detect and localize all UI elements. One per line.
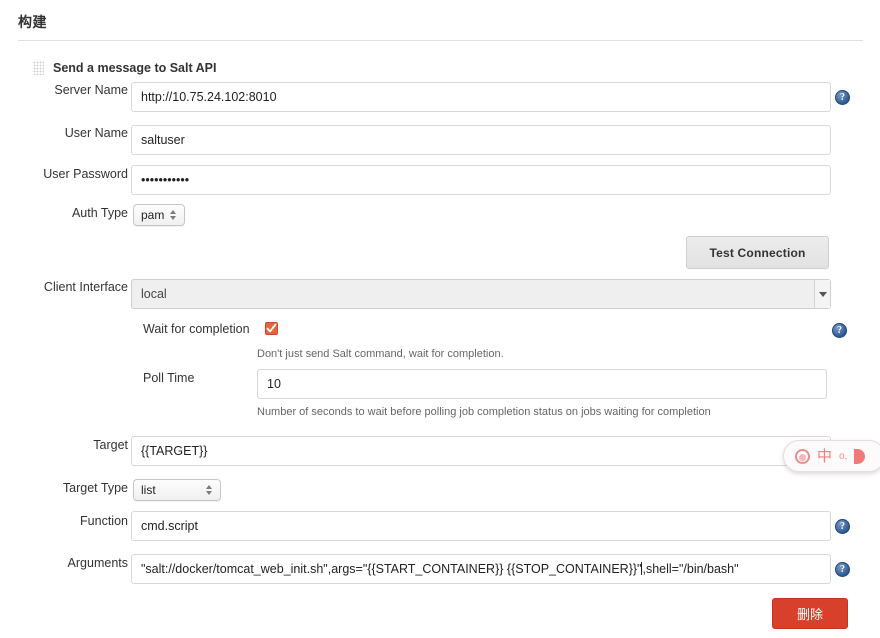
target-type-value: list <box>141 483 156 497</box>
poll-time-input[interactable]: 10 <box>257 369 827 399</box>
label-client-interface: Client Interface <box>43 280 128 294</box>
user-password-input[interactable]: ••••••••••• <box>131 165 831 195</box>
auth-type-value: pam <box>141 208 165 222</box>
build-config-page: 构建 Send a message to Salt API Server Nam… <box>0 0 880 638</box>
label-function: Function <box>80 514 128 528</box>
sogou-logo-icon[interactable] <box>795 448 810 464</box>
client-interface-select[interactable]: local <box>131 279 831 309</box>
hint-wait-for-completion: Don't just send Salt command, wait for c… <box>257 348 504 360</box>
target-input[interactable]: {{TARGET}} <box>131 436 831 466</box>
label-target-type: Target Type <box>62 481 128 495</box>
target-type-select[interactable]: list <box>133 479 221 501</box>
block-title: Send a message to Salt API <box>53 61 217 75</box>
label-auth-type: Auth Type <box>71 206 128 220</box>
client-interface-value: local <box>141 287 167 301</box>
page-title: 构建 <box>18 14 47 30</box>
label-user-name: User Name <box>64 126 128 140</box>
function-input[interactable]: cmd.script <box>131 511 831 541</box>
delete-button[interactable]: 删除 <box>772 598 848 629</box>
chevron-down-icon <box>814 280 830 308</box>
test-connection-button[interactable]: Test Connection <box>686 236 829 269</box>
help-icon-wait-for-completion[interactable]: ? <box>832 323 847 338</box>
help-icon-arguments[interactable]: ? <box>835 562 850 577</box>
auth-type-select[interactable]: pam <box>133 204 185 226</box>
wait-for-completion-checkbox[interactable] <box>265 322 278 335</box>
title-divider <box>18 40 863 41</box>
arguments-value-after-caret: ,shell="/bin/bash" <box>642 562 739 576</box>
hint-poll-time: Number of seconds to wait before polling… <box>257 406 711 418</box>
drag-grid-icon[interactable] <box>33 61 44 75</box>
arguments-value-before-caret: "salt://docker/tomcat_web_init.sh",args=… <box>141 562 642 576</box>
stepper-arrows-icon <box>202 480 216 500</box>
label-server-name: Server Name <box>54 83 128 97</box>
block-header: Send a message to Salt API <box>33 61 216 75</box>
label-wait-for-completion: Wait for completion <box>143 322 250 336</box>
check-icon <box>266 323 277 333</box>
help-icon-server-name[interactable]: ? <box>835 90 850 105</box>
soft-keyboard-icon[interactable] <box>854 448 866 464</box>
ime-toolbar[interactable]: 中 o, <box>783 440 880 472</box>
label-arguments: Arguments <box>67 556 128 570</box>
label-user-password: User Password <box>43 167 128 181</box>
user-name-input[interactable]: saltuser <box>131 125 831 155</box>
punctuation-toggle-icon[interactable]: o, <box>839 451 847 462</box>
server-name-input[interactable]: http://10.75.24.102:8010 <box>131 82 831 112</box>
ime-mode-icon[interactable]: 中 <box>817 448 832 464</box>
arguments-input[interactable]: "salt://docker/tomcat_web_init.sh",args=… <box>131 554 831 584</box>
help-icon-function[interactable]: ? <box>835 519 850 534</box>
stepper-arrows-icon <box>166 205 180 225</box>
label-target: Target <box>93 438 128 452</box>
